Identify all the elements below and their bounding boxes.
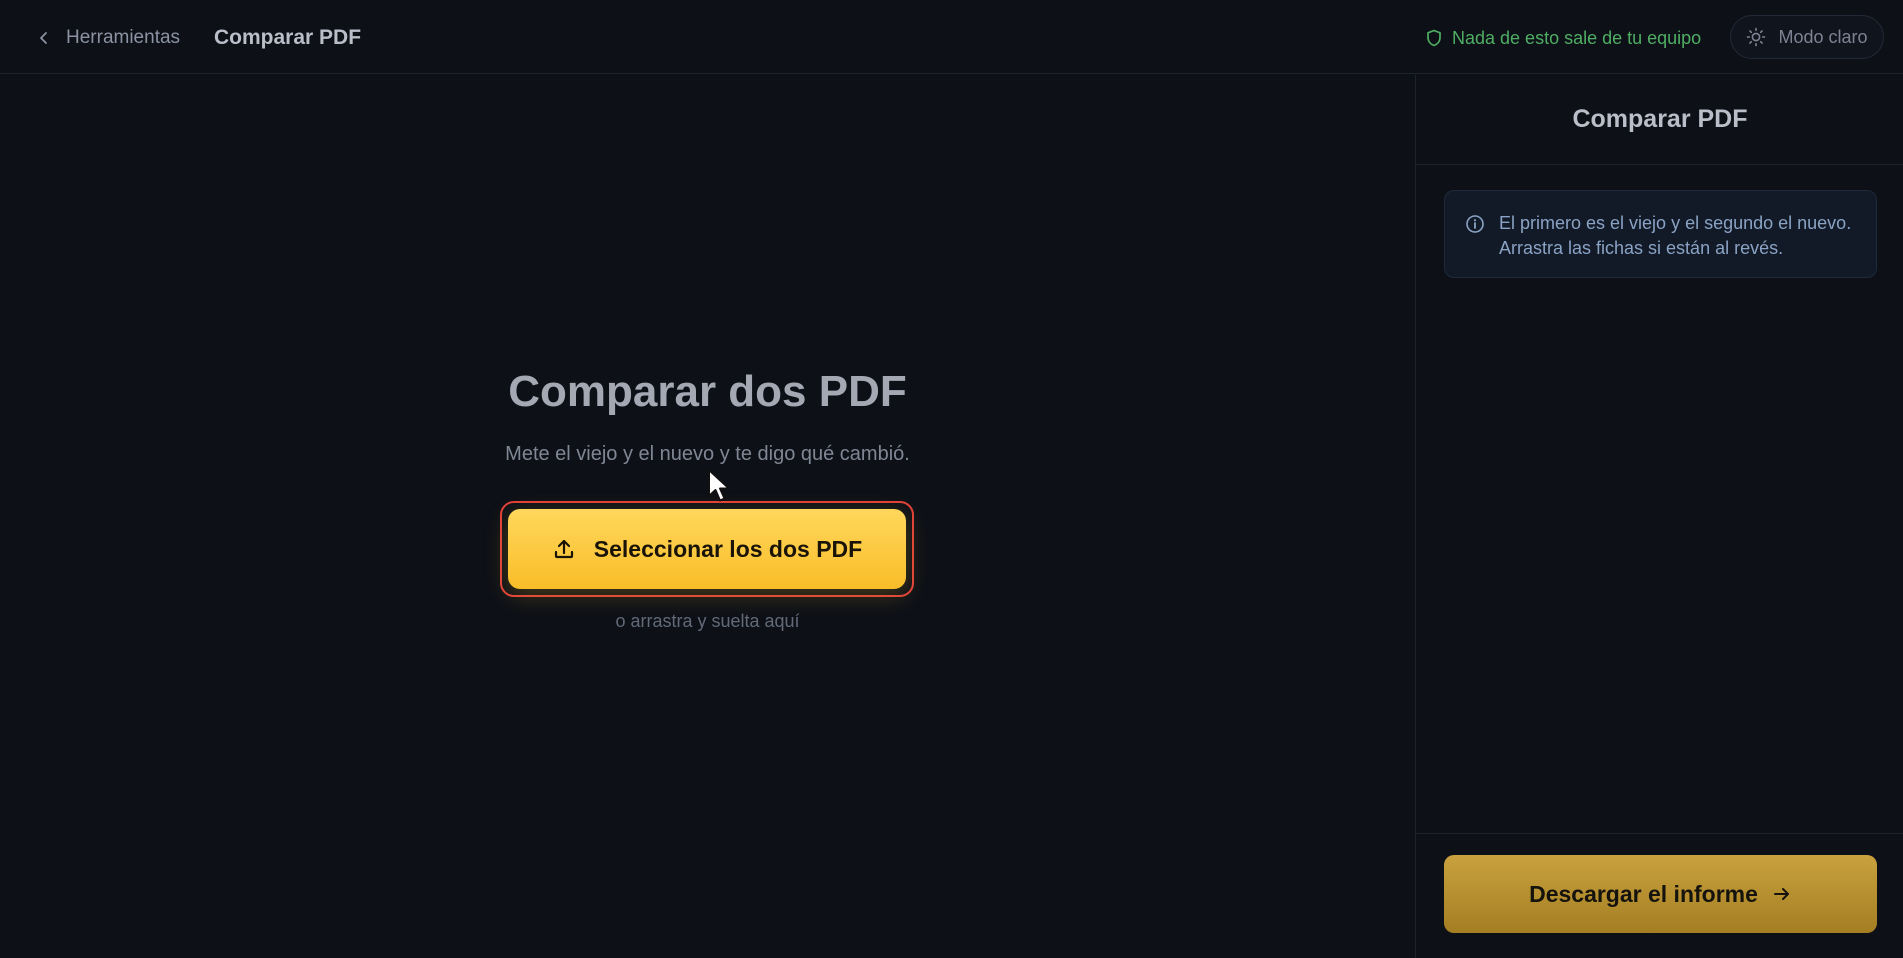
download-report-label: Descargar el informe <box>1529 880 1758 907</box>
download-report-button[interactable]: Descargar el informe <box>1444 855 1877 933</box>
chevron-left-icon <box>40 32 47 44</box>
privacy-text: Nada de esto sale de tu equipo <box>1452 27 1702 48</box>
info-icon <box>1466 215 1484 233</box>
back-to-tools-link[interactable]: Herramientas <box>36 24 180 52</box>
light-mode-toggle[interactable]: Modo claro <box>1730 15 1884 59</box>
hero-title: Comparar dos PDF <box>508 367 907 416</box>
sidebar-panel: Comparar PDF El primero es el viejo y el… <box>1415 75 1903 958</box>
info-box: El primero es el viejo y el segundo el n… <box>1444 190 1877 278</box>
info-text: El primero es el viejo y el segundo el n… <box>1499 213 1852 258</box>
theme-label: Modo claro <box>1778 26 1868 47</box>
upload-icon <box>554 539 573 559</box>
select-pdfs-label: Seleccionar los dos PDF <box>593 535 863 562</box>
page-title: Comparar PDF <box>214 26 362 49</box>
sun-icon <box>1747 27 1766 47</box>
shield-icon <box>1427 29 1441 47</box>
top-bar: Herramientas Comparar PDF Nada de esto s… <box>0 0 1903 74</box>
select-pdfs-button[interactable]: Seleccionar los dos PDF <box>508 509 906 589</box>
sidebar-footer: Descargar el informe <box>1416 833 1903 958</box>
sidebar-title: Comparar PDF <box>1416 75 1903 165</box>
hero-subtitle: Mete el viejo y el nuevo y te digo qué c… <box>505 443 910 465</box>
privacy-notice: Nada de esto sale de tu equipo <box>1426 24 1701 52</box>
arrow-right-icon <box>1773 888 1789 900</box>
drop-hint: o arrastra y suelta aquí <box>615 611 800 631</box>
back-label: Herramientas <box>66 27 181 48</box>
drop-zone[interactable]: Comparar dos PDF Mete el viejo y el nuev… <box>0 75 1415 958</box>
